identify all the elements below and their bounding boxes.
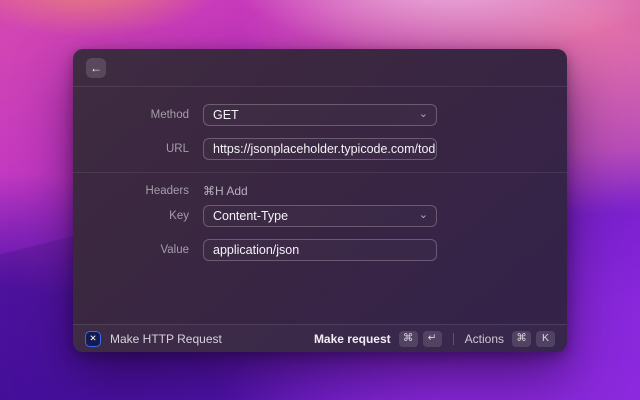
enter-keycap: ↵ bbox=[422, 330, 442, 347]
cmd-keycap: ⌘ bbox=[398, 330, 418, 347]
header-value-value: application/json bbox=[213, 243, 300, 257]
value-label: Value bbox=[160, 244, 189, 256]
url-label: URL bbox=[165, 143, 189, 155]
cmd-keycap: ⌘ bbox=[512, 330, 531, 347]
footer-actions: Make request ⌘ ↵ Actions ⌘ K bbox=[314, 330, 555, 347]
method-value: GET bbox=[213, 108, 239, 122]
form-section-divider bbox=[73, 172, 567, 173]
screen: ← Method GET ⌄ URL https://jsonplacehold… bbox=[0, 0, 640, 400]
window-header: ← bbox=[73, 49, 567, 87]
extension-icon: ✕ bbox=[85, 330, 101, 347]
url-value: https://jsonplaceholder.typicode.com/tod… bbox=[213, 142, 437, 156]
back-button[interactable]: ← bbox=[86, 57, 106, 78]
window-footer: ✕ Make HTTP Request Make request ⌘ ↵ Act… bbox=[73, 324, 567, 352]
footer-divider bbox=[452, 332, 454, 345]
header-value-row: Value application/json bbox=[73, 239, 567, 261]
method-select[interactable]: GET ⌄ bbox=[203, 104, 437, 126]
header-key-row: Key Content-Type ⌄ bbox=[73, 205, 567, 227]
make-request-button[interactable]: Make request bbox=[314, 332, 391, 346]
header-value-input[interactable]: application/json bbox=[203, 239, 437, 261]
headers-add-shortcut[interactable]: ⌘H Add bbox=[203, 184, 248, 198]
header-key-value: Content-Type bbox=[213, 209, 289, 223]
headers-label: Headers bbox=[145, 185, 189, 197]
command-title: Make HTTP Request bbox=[110, 331, 222, 346]
header-key-select[interactable]: Content-Type ⌄ bbox=[203, 205, 437, 227]
k-keycap: K bbox=[536, 330, 555, 347]
key-label: Key bbox=[169, 210, 189, 222]
extension-icon-glyph: ✕ bbox=[89, 333, 97, 344]
chevron-down-icon: ⌄ bbox=[418, 209, 428, 222]
method-row: Method GET ⌄ bbox=[73, 104, 567, 126]
chevron-down-icon: ⌄ bbox=[418, 108, 428, 121]
method-label: Method bbox=[150, 109, 189, 121]
headers-row: Headers ⌘H Add bbox=[73, 184, 567, 198]
back-arrow-icon: ← bbox=[90, 60, 102, 75]
http-request-form: Method GET ⌄ URL https://jsonplaceholder… bbox=[73, 87, 567, 261]
raycast-window: ← Method GET ⌄ URL https://jsonplacehold… bbox=[73, 49, 567, 352]
url-row: URL https://jsonplaceholder.typicode.com… bbox=[73, 138, 567, 160]
url-input[interactable]: https://jsonplaceholder.typicode.com/tod… bbox=[203, 138, 437, 160]
actions-button[interactable]: Actions bbox=[465, 332, 504, 346]
